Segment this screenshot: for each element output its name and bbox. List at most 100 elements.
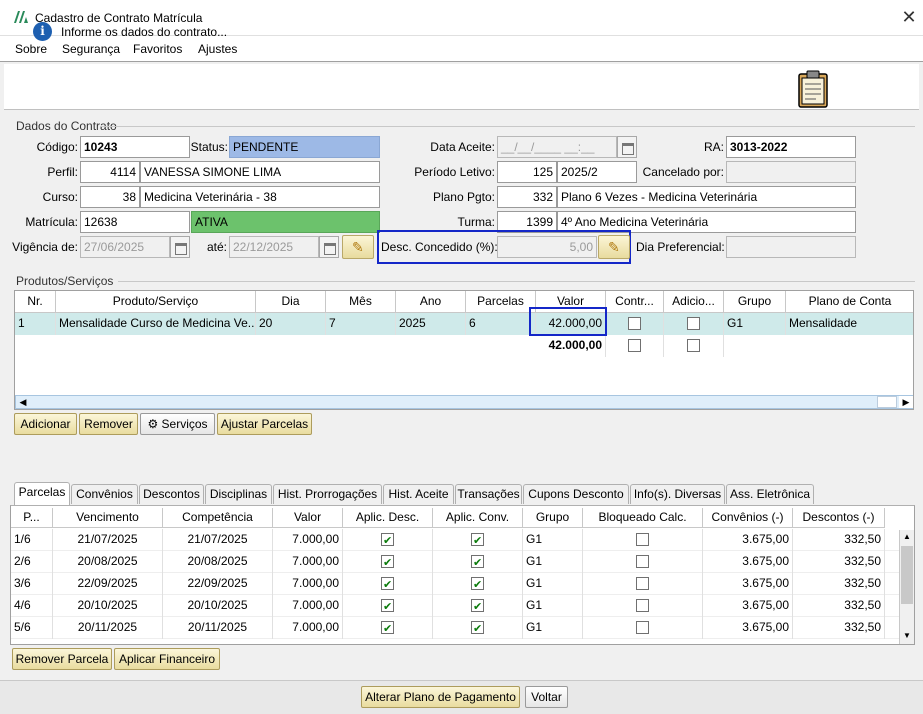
close-icon[interactable]: ✕ — [898, 6, 920, 28]
scroll-down-icon[interactable]: ▼ — [900, 629, 914, 643]
checkbox[interactable] — [471, 531, 484, 551]
cell-aplic-desc[interactable] — [343, 617, 433, 639]
tab-parcelas[interactable]: Parcelas — [14, 482, 70, 505]
cell-bloq[interactable] — [583, 551, 703, 573]
edit-desc-button[interactable]: ✎ — [598, 235, 630, 259]
tab-hist-prorrogacoes[interactable]: Hist. Prorrogações — [273, 484, 382, 504]
calendar-icon[interactable] — [170, 236, 190, 258]
checkbox[interactable] — [636, 621, 649, 635]
remover-button[interactable]: Remover — [79, 413, 138, 435]
tab-descontos[interactable]: Descontos — [139, 484, 204, 504]
col-header[interactable]: Convênios (-) — [703, 508, 793, 528]
periodo-id-field[interactable]: 125 — [497, 161, 557, 183]
data-aceite-field[interactable]: __/__/____ __:__ — [497, 136, 617, 158]
col-header[interactable]: Dia — [256, 291, 326, 313]
col-header[interactable]: Vencimento — [53, 508, 163, 528]
plano-field[interactable]: Plano 6 Vezes - Medicina Veterinária — [557, 186, 856, 208]
checkbox[interactable] — [381, 531, 394, 551]
cell-adicio-checkbox[interactable] — [664, 335, 724, 357]
checkbox[interactable] — [636, 577, 649, 591]
codigo-field[interactable]: 10243 — [80, 136, 190, 158]
horizontal-scrollbar[interactable] — [15, 395, 913, 409]
checkbox[interactable] — [381, 619, 394, 639]
col-header[interactable]: Aplic. Desc. — [343, 508, 433, 528]
cell-aplic-conv[interactable] — [433, 573, 523, 595]
ajustar-parcelas-button[interactable]: Ajustar Parcelas — [217, 413, 312, 435]
checkbox[interactable] — [636, 555, 649, 569]
checkbox[interactable] — [471, 553, 484, 573]
scroll-up-icon[interactable]: ▲ — [900, 530, 914, 544]
col-header[interactable]: Parcelas — [466, 291, 536, 313]
checkbox[interactable] — [687, 317, 700, 331]
servicos-button[interactable]: ⚙ Serviços — [140, 413, 215, 435]
checkbox[interactable] — [687, 339, 700, 353]
curso-id-field[interactable]: 38 — [80, 186, 140, 208]
cell-aplic-conv[interactable] — [433, 617, 523, 639]
tab-convenios[interactable]: Convênios — [71, 484, 138, 504]
checkbox[interactable] — [628, 317, 641, 331]
cell-bloq[interactable] — [583, 617, 703, 639]
plano-id-field[interactable]: 332 — [497, 186, 557, 208]
desc-field[interactable]: 5,00 — [497, 236, 597, 258]
cell-bloq[interactable] — [583, 595, 703, 617]
col-header[interactable]: Nr. — [15, 291, 56, 313]
alterar-plano-button[interactable]: Alterar Plano de Pagamento — [361, 686, 520, 708]
menu-seguranca[interactable]: Segurança — [62, 42, 120, 56]
checkbox[interactable] — [636, 533, 649, 547]
col-header[interactable]: Grupo — [724, 291, 786, 313]
cell-bloq[interactable] — [583, 573, 703, 595]
cancelado-field[interactable] — [726, 161, 856, 183]
col-header[interactable]: Produto/Serviço — [56, 291, 256, 313]
aplicar-financeiro-button[interactable]: Aplicar Financeiro — [114, 648, 220, 670]
calendar-icon[interactable] — [319, 236, 339, 258]
scroll-thumb[interactable] — [877, 396, 897, 408]
perfil-id-field[interactable]: 4114 — [80, 161, 140, 183]
cell-contr-checkbox[interactable] — [606, 335, 664, 357]
scroll-thumb[interactable] — [901, 546, 913, 604]
cell-aplic-desc[interactable] — [343, 529, 433, 551]
scroll-right-icon[interactable]: ▶ — [899, 396, 913, 408]
col-header[interactable]: Bloqueado Calc. — [583, 508, 703, 528]
checkbox[interactable] — [628, 339, 641, 353]
tab-cupons-desconto[interactable]: Cupons Desconto — [523, 484, 629, 504]
periodo-field[interactable]: 2025/2 — [557, 161, 637, 183]
menu-ajustes[interactable]: Ajustes — [198, 42, 237, 56]
voltar-button[interactable]: Voltar — [525, 686, 568, 708]
adicionar-button[interactable]: Adicionar — [14, 413, 77, 435]
col-header[interactable]: Competência — [163, 508, 273, 528]
tab-ass-eletronica[interactable]: Ass. Eletrônica — [726, 484, 814, 504]
menu-sobre[interactable]: Sobre — [15, 42, 47, 56]
ra-field[interactable]: 3013-2022 — [726, 136, 856, 158]
col-header[interactable]: Grupo — [523, 508, 583, 528]
checkbox[interactable] — [471, 575, 484, 595]
remover-parcela-button[interactable]: Remover Parcela — [12, 648, 112, 670]
checkbox[interactable] — [636, 599, 649, 613]
tab-infos-diversas[interactable]: Info(s). Diversas — [630, 484, 725, 504]
col-header[interactable]: Valor — [273, 508, 343, 528]
vigencia-de-field[interactable]: 27/06/2025 — [80, 236, 170, 258]
cell-aplic-desc[interactable] — [343, 595, 433, 617]
col-header[interactable]: P... — [11, 508, 53, 528]
tab-transacoes[interactable]: Transações — [455, 484, 522, 504]
menu-favoritos[interactable]: Favoritos — [133, 42, 182, 56]
curso-field[interactable]: Medicina Veterinária - 38 — [140, 186, 380, 208]
col-header[interactable]: Adicio... — [664, 291, 724, 313]
col-header[interactable]: Ano — [396, 291, 466, 313]
cell-adicio-checkbox[interactable] — [664, 313, 724, 335]
tab-hist-aceite[interactable]: Hist. Aceite — [383, 484, 454, 504]
col-header[interactable]: Descontos (-) — [793, 508, 885, 528]
cell-aplic-conv[interactable] — [433, 595, 523, 617]
calendar-icon[interactable] — [617, 136, 637, 158]
vigencia-ate-field[interactable]: 22/12/2025 — [229, 236, 319, 258]
checkbox[interactable] — [381, 575, 394, 595]
cell-aplic-conv[interactable] — [433, 551, 523, 573]
scroll-left-icon[interactable]: ◀ — [16, 396, 30, 408]
col-header[interactable]: Mês — [326, 291, 396, 313]
matricula-field[interactable]: 12638 — [80, 211, 190, 233]
cell-aplic-conv[interactable] — [433, 529, 523, 551]
checkbox[interactable] — [381, 597, 394, 617]
edit-vigencia-button[interactable]: ✎ — [342, 235, 374, 259]
col-header[interactable]: Plano de Conta — [786, 291, 913, 313]
tab-disciplinas[interactable]: Disciplinas — [205, 484, 272, 504]
col-header[interactable]: Contr... — [606, 291, 664, 313]
